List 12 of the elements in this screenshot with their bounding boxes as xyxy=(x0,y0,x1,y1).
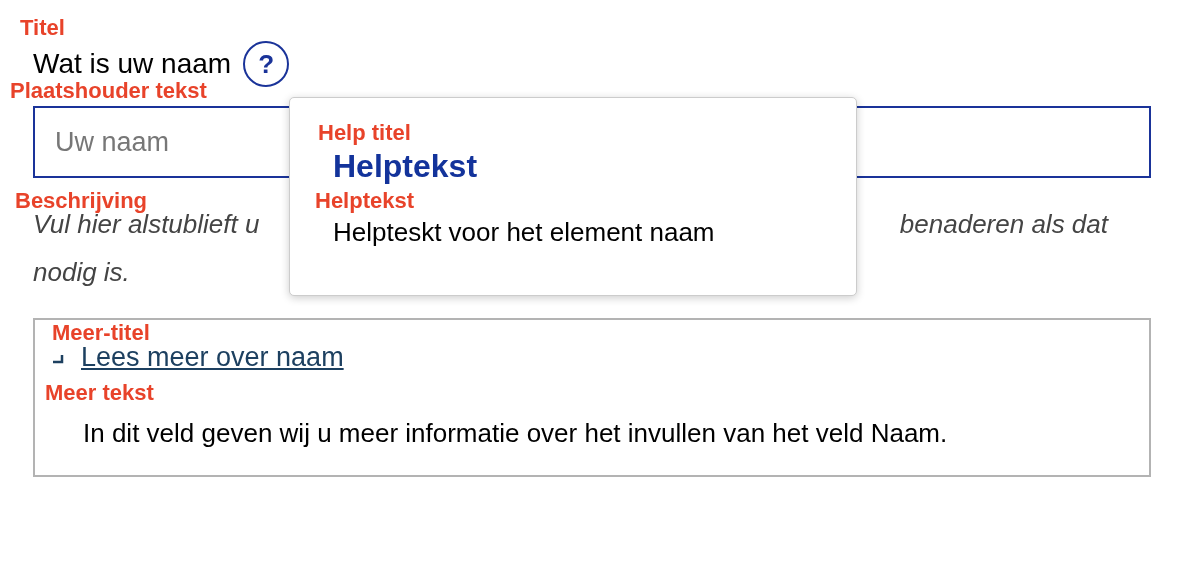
question-title: Wat is uw naam xyxy=(33,48,232,80)
annotation-label: Help titel xyxy=(318,120,411,146)
annotation-label: Helptekst xyxy=(315,188,415,214)
annotation-label: Titel xyxy=(20,15,65,41)
annotation-label: Meer-titel xyxy=(52,320,150,346)
more-info-text: In dit veld geven wij u meer informatie over het invullen van het veld Naam. xyxy=(83,417,949,450)
help-title: Helptekst xyxy=(333,148,479,185)
description-text: nodig is. xyxy=(33,256,130,288)
annotation-label: Meer tekst xyxy=(45,380,154,406)
annotation-label: Plaatshouder tekst xyxy=(10,78,207,104)
help-text: Helpteskt voor het element naam xyxy=(333,217,716,248)
description-text: benaderen als dat xyxy=(899,208,1108,240)
